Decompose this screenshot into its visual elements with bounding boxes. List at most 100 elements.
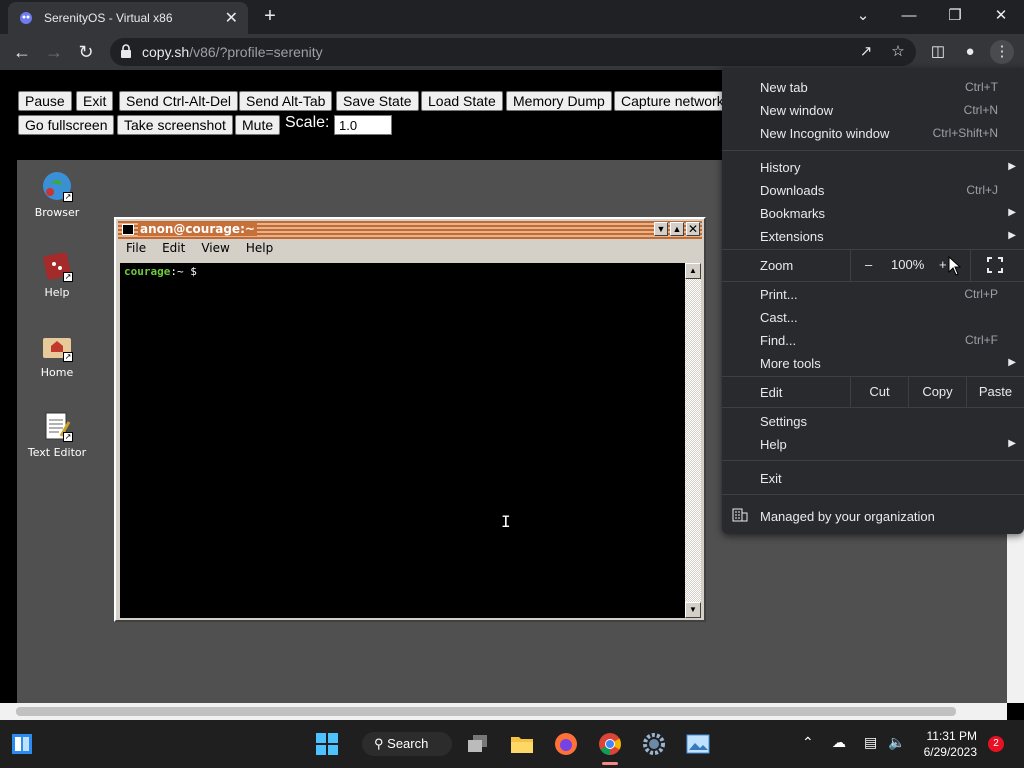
v86-send-alt-tab-button[interactable]: Send Alt-Tab — [239, 91, 333, 111]
menu-new-window[interactable]: New window — [760, 103, 833, 118]
chrome-menu-icon[interactable]: ⋮ — [990, 40, 1014, 64]
minimize-window-button[interactable]: ▼ — [654, 222, 668, 236]
v86-go-fullscreen-button[interactable]: Go fullscreen — [18, 115, 115, 135]
menu-edit[interactable]: Edit — [162, 241, 185, 255]
menu-new-incognito[interactable]: New Incognito window — [760, 126, 889, 141]
v86-pause-button[interactable]: Pause — [18, 91, 72, 111]
fullscreen-button[interactable] — [970, 249, 1024, 281]
terminal-scrollbar[interactable]: ▲ ▼ — [685, 263, 701, 618]
zoom-out-button[interactable]: – — [865, 257, 872, 272]
menu-separator — [722, 460, 1024, 461]
desktop-icon-browser[interactable]: ↗ Browser — [17, 170, 97, 219]
menu-cast[interactable]: Cast... — [760, 310, 798, 325]
v86-capture-network-button[interactable]: Capture network — [614, 91, 731, 111]
network-icon[interactable]: ▤ — [864, 734, 877, 751]
reload-icon[interactable]: ↻ — [74, 40, 98, 64]
cut-button[interactable]: Cut — [850, 377, 908, 407]
menu-view[interactable]: View — [201, 241, 229, 255]
shortcut-label: Ctrl+P — [964, 287, 998, 301]
menu-print[interactable]: Print... — [760, 287, 798, 302]
side-panel-icon[interactable]: ◫ — [926, 40, 950, 64]
minimize-button[interactable]: — — [886, 4, 932, 28]
mouse-pointer-icon — [948, 256, 962, 276]
submenu-arrow-icon: ▶ — [1008, 230, 1016, 241]
photos-icon[interactable] — [682, 728, 714, 760]
zoom-in-button[interactable]: + — [939, 257, 947, 272]
chrome-taskbar-icon[interactable] — [594, 728, 626, 765]
menu-history[interactable]: History — [760, 160, 800, 175]
scale-input[interactable] — [334, 115, 392, 135]
desktop-icon-home[interactable]: ↗ Home — [17, 330, 97, 379]
maximize-window-button[interactable]: ▲ — [670, 222, 684, 236]
v86-memory-dump-button[interactable]: Memory Dump — [506, 91, 612, 111]
menu-new-tab[interactable]: New tab — [760, 80, 808, 95]
managed-by-org[interactable]: Managed by your organization — [760, 509, 935, 524]
clock-date: 6/29/2023 — [923, 745, 977, 759]
task-view-icon[interactable] — [462, 728, 494, 760]
menu-help[interactable]: Help — [760, 437, 787, 452]
share-icon[interactable]: ↗ — [854, 40, 878, 64]
restore-button[interactable]: ❐ — [932, 4, 978, 28]
shortcut-label: Ctrl+F — [965, 333, 998, 347]
shortcut-arrow-icon: ↗ — [63, 192, 73, 202]
menu-extensions[interactable]: Extensions — [760, 229, 824, 244]
menu-help[interactable]: Help — [246, 241, 273, 255]
volume-icon[interactable]: 🔈 — [888, 734, 905, 751]
menu-bookmarks[interactable]: Bookmarks — [760, 206, 825, 221]
shortcut-arrow-icon: ↗ — [63, 432, 73, 442]
scale-label: Scale: — [285, 114, 330, 131]
tab-serenityos[interactable]: SerenityOS - Virtual x86 ✕ — [8, 2, 248, 34]
desktop-icon-label: Home — [40, 366, 74, 379]
shortcut-label: Ctrl+J — [966, 183, 998, 197]
back-icon[interactable]: ← — [10, 40, 34, 64]
v86-send-ctrl-alt-del-button[interactable]: Send Ctrl-Alt-Del — [119, 91, 239, 111]
scroll-down-icon[interactable]: ▼ — [685, 602, 701, 618]
desktop-icon-help[interactable]: ↗ Help — [17, 250, 97, 299]
tab-search-button[interactable]: ⌄ — [840, 4, 886, 28]
windows-taskbar: ⚲ Search ⌃ ☁ ▤ 🔈 11:31 PM 6/29/2023 2 — [0, 720, 1024, 768]
v86-save-state-button[interactable]: Save State — [336, 91, 419, 111]
bookmark-star-icon[interactable]: ☆ — [886, 40, 910, 64]
firefox-icon[interactable] — [550, 728, 582, 760]
tab-title: SerenityOS - Virtual x86 — [44, 11, 173, 25]
file-explorer-icon[interactable] — [506, 728, 538, 760]
menu-more-tools[interactable]: More tools — [760, 356, 821, 371]
profile-icon[interactable]: ● — [958, 40, 982, 64]
browser-toolbar: ← → ↻ copy.sh/v86/?profile=serenity ↗ ☆ … — [0, 34, 1024, 70]
menu-exit[interactable]: Exit — [760, 471, 782, 486]
onedrive-icon[interactable]: ☁ — [832, 734, 846, 751]
taskbar-search[interactable]: ⚲ Search — [362, 732, 452, 756]
chevron-up-icon[interactable]: ⌃ — [802, 734, 814, 751]
copy-button[interactable]: Copy — [908, 377, 966, 407]
address-bar[interactable]: copy.sh/v86/?profile=serenity ↗ ☆ — [110, 38, 916, 66]
page-horizontal-scrollbar[interactable] — [0, 703, 1007, 720]
menu-file[interactable]: File — [126, 241, 146, 255]
forward-icon[interactable]: → — [42, 40, 66, 64]
menu-separator — [722, 407, 1024, 408]
widgets-icon[interactable] — [6, 728, 38, 760]
terminal-window[interactable]: anon@courage:~ ▼ ▲ ✕ File Edit View Help co… — [114, 217, 706, 622]
v86-take-screenshot-button[interactable]: Take screenshot — [117, 115, 233, 135]
system-clock[interactable]: 11:31 PM 6/29/2023 — [924, 728, 977, 760]
close-window-button[interactable]: ✕ — [686, 222, 700, 236]
desktop-icon-text-editor[interactable]: ↗ Text Editor — [17, 410, 97, 459]
notification-badge[interactable]: 2 — [988, 736, 1004, 752]
scrollbar-thumb[interactable] — [16, 707, 956, 716]
menu-settings[interactable]: Settings — [760, 414, 807, 429]
settings-gear-icon[interactable] — [638, 728, 670, 760]
menu-find[interactable]: Find... — [760, 333, 796, 348]
tab-strip: SerenityOS - Virtual x86 ✕ + ⌄ — ❐ ✕ — [0, 0, 1024, 34]
v86-load-state-button[interactable]: Load State — [421, 91, 503, 111]
scroll-up-icon[interactable]: ▲ — [685, 263, 701, 279]
paste-button[interactable]: Paste — [966, 377, 1024, 407]
v86-mute-button[interactable]: Mute — [235, 115, 281, 135]
new-tab-button[interactable]: + — [258, 4, 282, 28]
menu-separator — [722, 494, 1024, 495]
v86-exit-button[interactable]: Exit — [76, 91, 114, 111]
tab-close-icon[interactable]: ✕ — [225, 8, 238, 28]
window-close-button[interactable]: ✕ — [978, 4, 1024, 28]
terminal-titlebar[interactable]: anon@courage:~ ▼ ▲ ✕ — [118, 221, 702, 239]
terminal-output[interactable]: courage:~ $ — [120, 263, 685, 618]
menu-downloads[interactable]: Downloads — [760, 183, 824, 198]
start-icon[interactable] — [311, 728, 343, 760]
